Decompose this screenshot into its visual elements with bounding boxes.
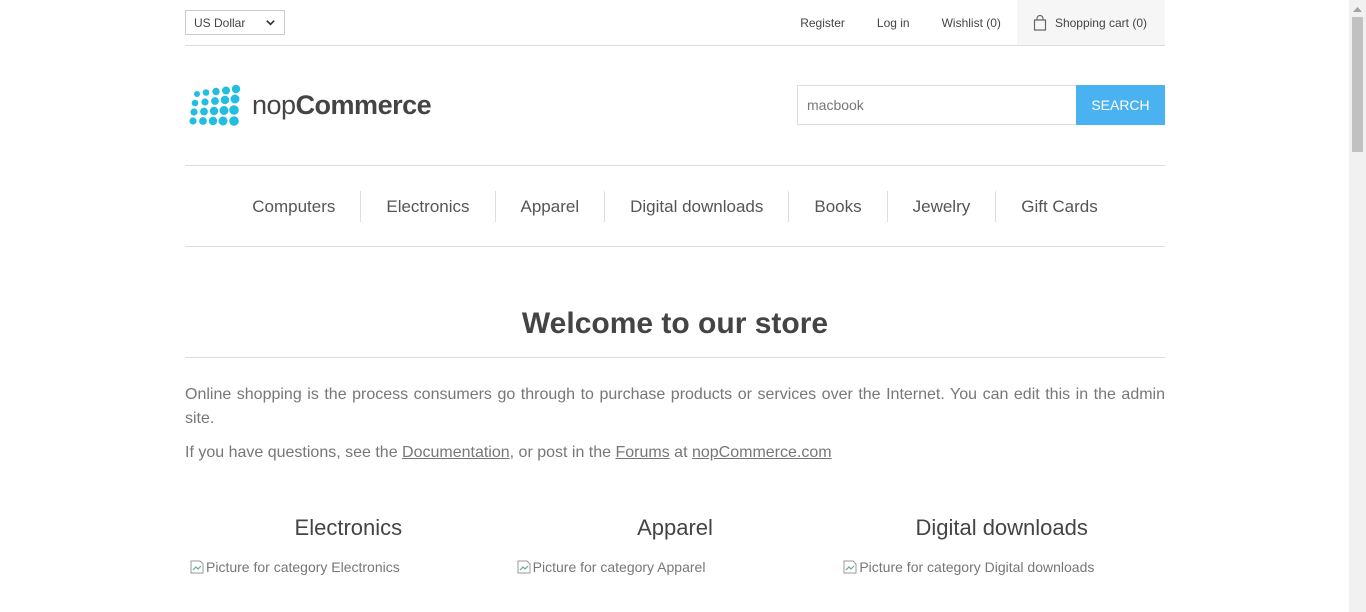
page: US Dollar Register Log in Wishlist (0) S… bbox=[0, 0, 1366, 612]
top-menu: Computers Electronics Apparel Digital do… bbox=[185, 166, 1165, 247]
logo-text-suffix: Commerce bbox=[295, 89, 432, 120]
menu-item-electronics[interactable]: Electronics bbox=[360, 190, 494, 222]
intro-paragraph: Online shopping is the process consumers… bbox=[185, 386, 1165, 427]
register-link[interactable]: Register bbox=[800, 16, 845, 30]
scrollbar-thumb[interactable] bbox=[1352, 17, 1363, 152]
category-picture[interactable]: Picture for category Digital downloads bbox=[842, 559, 1165, 575]
help-paragraph: If you have questions, see the Documenta… bbox=[185, 441, 1165, 465]
help-text-at: at bbox=[669, 444, 692, 461]
menu-item-gift-cards[interactable]: Gift Cards bbox=[995, 190, 1123, 222]
wishlist-link[interactable]: Wishlist (0) bbox=[942, 16, 1001, 30]
category-grid: Electronics Picture for category Electro… bbox=[185, 515, 1165, 575]
header-lower: nopCommerce macbook Search bbox=[185, 46, 1165, 166]
category-item: Apparel Picture for category Apparel bbox=[512, 515, 839, 575]
currency-selector[interactable]: US Dollar bbox=[185, 10, 285, 35]
menu-item-books[interactable]: Books bbox=[788, 190, 886, 222]
category-item: Electronics Picture for category Electro… bbox=[185, 515, 512, 575]
help-text-pre: If you have questions, see the bbox=[185, 444, 403, 461]
broken-image-icon bbox=[843, 560, 857, 574]
category-picture[interactable]: Picture for category Electronics bbox=[189, 559, 512, 575]
logo-text-prefix: nop bbox=[252, 89, 296, 120]
currency-value: US Dollar bbox=[194, 15, 246, 30]
shopping-cart-link[interactable]: Shopping cart (0) bbox=[1016, 0, 1165, 45]
nopcommerce-site-link[interactable]: nopCommerce.com bbox=[692, 444, 832, 461]
header-links: Register Log in Wishlist (0) Shopping ca… bbox=[768, 0, 1165, 45]
category-item: Digital downloads Picture for category D… bbox=[838, 515, 1165, 575]
menu-item-jewelry[interactable]: Jewelry bbox=[886, 190, 996, 222]
nopcommerce-logo-icon bbox=[189, 84, 241, 126]
header-upper: US Dollar Register Log in Wishlist (0) S… bbox=[185, 0, 1165, 46]
category-picture-alt: Picture for category Apparel bbox=[532, 559, 706, 575]
scroll-up-arrow-icon[interactable] bbox=[1349, 0, 1366, 17]
documentation-link[interactable]: Documentation bbox=[402, 444, 510, 461]
menu-item-apparel[interactable]: Apparel bbox=[494, 190, 605, 222]
help-text-mid: , or post in the bbox=[509, 444, 616, 461]
broken-image-icon bbox=[517, 560, 531, 574]
search-input[interactable]: macbook bbox=[797, 85, 1076, 125]
broken-image-icon bbox=[190, 560, 204, 574]
category-picture-alt: Picture for category Digital downloads bbox=[859, 559, 1095, 575]
page-title: Welcome to our store bbox=[185, 307, 1165, 358]
forums-link[interactable]: Forums bbox=[616, 444, 670, 461]
menu-item-computers[interactable]: Computers bbox=[227, 191, 360, 222]
store-logo[interactable]: nopCommerce bbox=[187, 84, 432, 126]
vertical-scrollbar[interactable] bbox=[1349, 0, 1366, 612]
category-picture-alt: Picture for category Electronics bbox=[206, 559, 400, 575]
category-title-link[interactable]: Apparel bbox=[512, 515, 839, 541]
category-picture[interactable]: Picture for category Apparel bbox=[516, 559, 839, 575]
menu-item-digital-downloads[interactable]: Digital downloads bbox=[604, 190, 788, 222]
page-wrapper: US Dollar Register Log in Wishlist (0) S… bbox=[185, 0, 1165, 575]
search-box: macbook Search bbox=[797, 85, 1165, 125]
search-button[interactable]: Search bbox=[1076, 85, 1165, 125]
login-link[interactable]: Log in bbox=[877, 16, 910, 30]
shopping-bag-icon bbox=[1033, 14, 1047, 31]
cart-label: Shopping cart (0) bbox=[1054, 15, 1147, 30]
chevron-down-icon bbox=[266, 20, 275, 26]
category-title-link[interactable]: Electronics bbox=[185, 515, 512, 541]
logo-text: nopCommerce bbox=[252, 89, 432, 121]
category-title-link[interactable]: Digital downloads bbox=[838, 515, 1165, 541]
